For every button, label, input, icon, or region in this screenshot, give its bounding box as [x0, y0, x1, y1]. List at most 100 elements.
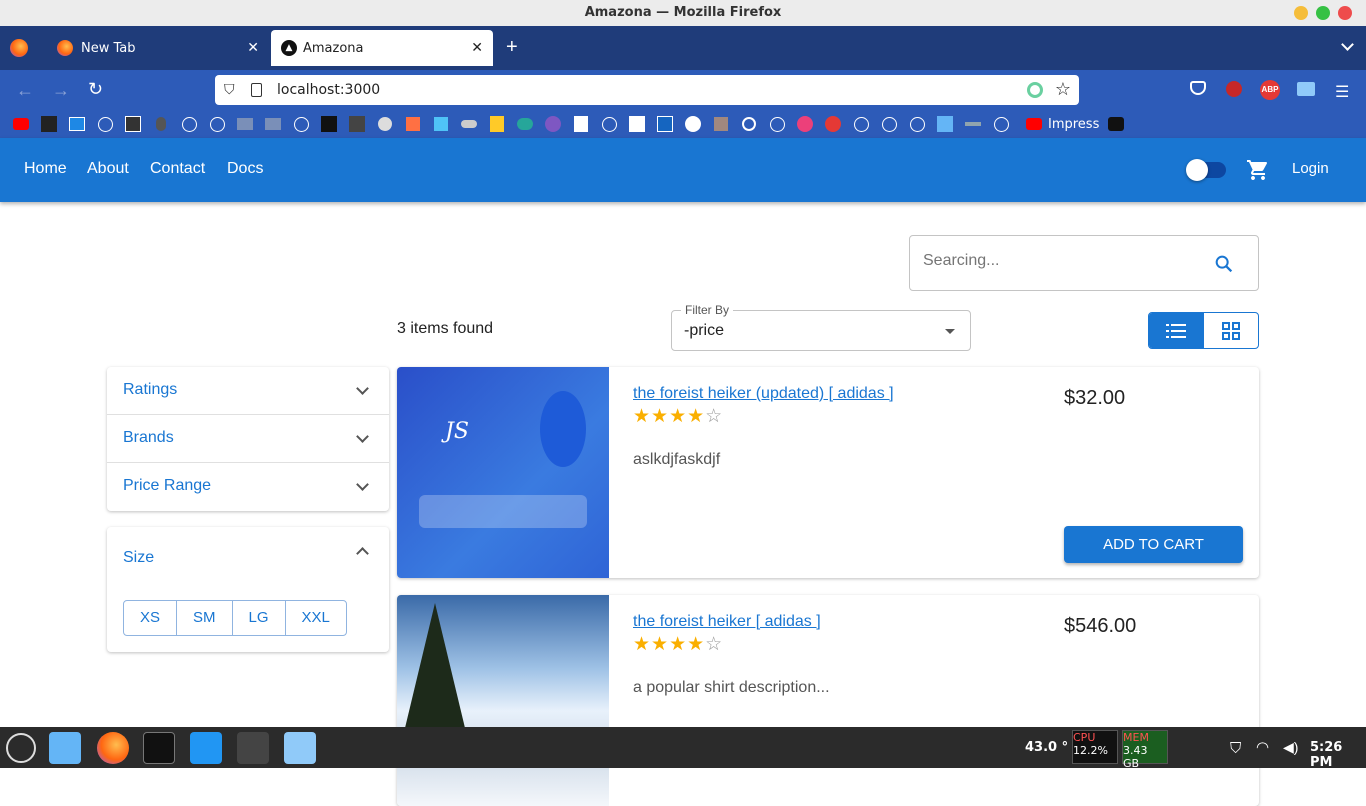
search-input[interactable]	[923, 252, 1203, 270]
minimize-button[interactable]	[1294, 6, 1308, 20]
list-view-button[interactable]	[1149, 313, 1204, 348]
nav-home-link[interactable]: Home	[24, 160, 67, 178]
url-bar[interactable]: ⛉ localhost:3000 ☆	[215, 75, 1079, 105]
extension-icon[interactable]	[1027, 82, 1043, 98]
bookmark-icon[interactable]	[542, 115, 564, 133]
start-menu-icon[interactable]	[6, 733, 36, 763]
search-icon[interactable]	[1213, 253, 1235, 280]
bookmark-icon[interactable]	[38, 115, 60, 133]
tech-logos-strip	[419, 495, 587, 528]
nav-contact-link[interactable]: Contact	[150, 160, 205, 178]
firefox-app-icon[interactable]	[97, 732, 129, 764]
accordion-size[interactable]: Size	[107, 527, 389, 587]
globe-bookmark-icon[interactable]	[290, 115, 312, 133]
folder-bookmark-icon[interactable]	[234, 115, 256, 133]
bookmark-icon[interactable]	[738, 115, 760, 133]
filter-select[interactable]: Filter By -price	[671, 303, 971, 351]
product-image[interactable]	[397, 595, 609, 806]
maximize-button[interactable]	[1316, 6, 1330, 20]
forward-icon[interactable]: →	[52, 80, 70, 101]
extension-blue-icon[interactable]	[1297, 82, 1315, 96]
vscode-app-icon[interactable]	[284, 732, 316, 764]
bookmark-icon[interactable]	[486, 115, 508, 133]
bookmark-icon[interactable]	[346, 115, 368, 133]
nav-docs-link[interactable]: Docs	[227, 160, 263, 178]
accordion-price-range[interactable]: Price Range	[107, 463, 389, 511]
accordion-ratings[interactable]: Ratings	[107, 367, 389, 415]
bookmark-icon[interactable]	[1105, 115, 1127, 133]
bookmark-icon[interactable]	[318, 115, 340, 133]
globe-bookmark-icon[interactable]	[206, 115, 228, 133]
bookmark-icon[interactable]	[934, 115, 956, 133]
bookmark-star-icon[interactable]: ☆	[1055, 79, 1071, 100]
browser-tab-bar: New Tab ✕ ▲ Amazona ✕ +	[0, 26, 1366, 70]
bookmark-icon[interactable]	[822, 115, 844, 133]
product-title-link[interactable]: the foreist heiker [ adidas ]	[633, 613, 821, 631]
bookmark-icon[interactable]	[430, 115, 452, 133]
youtube-bookmark-icon[interactable]	[10, 115, 32, 133]
tab-new-tab[interactable]: New Tab ✕	[47, 26, 269, 70]
bookmark-icon[interactable]	[682, 115, 704, 133]
grid-view-button[interactable]	[1204, 313, 1259, 348]
bookmark-icon[interactable]	[374, 115, 396, 133]
nav-about-link[interactable]: About	[87, 160, 129, 178]
cart-icon[interactable]	[1246, 158, 1270, 187]
globe-bookmark-icon[interactable]	[94, 115, 116, 133]
list-all-tabs-icon[interactable]	[1341, 38, 1354, 51]
pocket-icon[interactable]	[1190, 81, 1206, 95]
sublime-app-icon[interactable]	[237, 732, 269, 764]
size-button-lg[interactable]: LG	[233, 601, 286, 635]
new-tab-button[interactable]: +	[506, 36, 518, 59]
add-to-cart-button[interactable]: ADD TO CART	[1064, 526, 1243, 563]
globe-bookmark-icon[interactable]	[990, 115, 1012, 133]
bookmark-icon[interactable]	[458, 115, 480, 133]
temperature-readout: 43.0 °	[1025, 740, 1069, 755]
bookmark-icon[interactable]	[962, 115, 984, 133]
dark-mode-toggle[interactable]	[1186, 159, 1226, 181]
bookmark-icon[interactable]	[402, 115, 424, 133]
login-link[interactable]: Login	[1292, 160, 1329, 177]
bookmark-icon[interactable]	[122, 115, 144, 133]
clock[interactable]: 5:26 PM	[1310, 740, 1366, 770]
globe-bookmark-icon[interactable]	[906, 115, 928, 133]
adblock-icon[interactable]: ABP	[1260, 80, 1280, 100]
reload-icon[interactable]: ↻	[88, 79, 103, 100]
bookmark-icon[interactable]	[150, 115, 172, 133]
bookmark-icon[interactable]	[794, 115, 816, 133]
tab-amazona[interactable]: ▲ Amazona ✕	[271, 30, 493, 66]
back-icon[interactable]: ←	[16, 80, 34, 101]
bookmark-icon[interactable]	[654, 115, 676, 133]
size-button-xxl[interactable]: XXL	[286, 601, 346, 635]
volume-icon[interactable]: ◀)	[1283, 739, 1298, 756]
globe-bookmark-icon[interactable]	[850, 115, 872, 133]
youtube-impress-bookmark[interactable]: Impress	[1026, 117, 1099, 132]
size-button-sm[interactable]: SM	[177, 601, 233, 635]
close-tab-icon[interactable]: ✕	[247, 40, 259, 56]
close-tab-icon[interactable]: ✕	[471, 40, 483, 56]
product-image[interactable]: JS	[397, 367, 609, 578]
hamburger-menu-icon[interactable]: ☰	[1335, 82, 1349, 102]
extension-red-icon[interactable]	[1226, 81, 1242, 97]
globe-bookmark-icon[interactable]	[766, 115, 788, 133]
bookmark-icon[interactable]	[570, 115, 592, 133]
globe-bookmark-icon[interactable]	[178, 115, 200, 133]
accordion-brands[interactable]: Brands	[107, 415, 389, 463]
globe-bookmark-icon[interactable]	[598, 115, 620, 133]
globe-bookmark-icon[interactable]	[878, 115, 900, 133]
firefox-menu-icon[interactable]	[10, 39, 28, 57]
folder-bookmark-icon[interactable]	[262, 115, 284, 133]
close-window-button[interactable]	[1338, 6, 1352, 20]
size-button-xs[interactable]: XS	[124, 601, 178, 635]
bookmark-icon[interactable]	[514, 115, 536, 133]
rating-stars: ★★★★☆	[633, 634, 724, 655]
files-app-icon[interactable]	[49, 732, 81, 764]
finder-app-icon[interactable]	[190, 732, 222, 764]
wifi-icon[interactable]: ◠	[1256, 738, 1269, 756]
terminal-app-icon[interactable]	[143, 732, 175, 764]
shield-tray-icon[interactable]: ⛉	[1230, 740, 1241, 757]
bookmark-icon[interactable]	[710, 115, 732, 133]
bookmark-icon[interactable]	[66, 115, 88, 133]
view-toggle-group	[1148, 312, 1259, 349]
product-title-link[interactable]: the foreist heiker (updated) [ adidas ]	[633, 385, 894, 403]
bookmark-icon[interactable]	[626, 115, 648, 133]
